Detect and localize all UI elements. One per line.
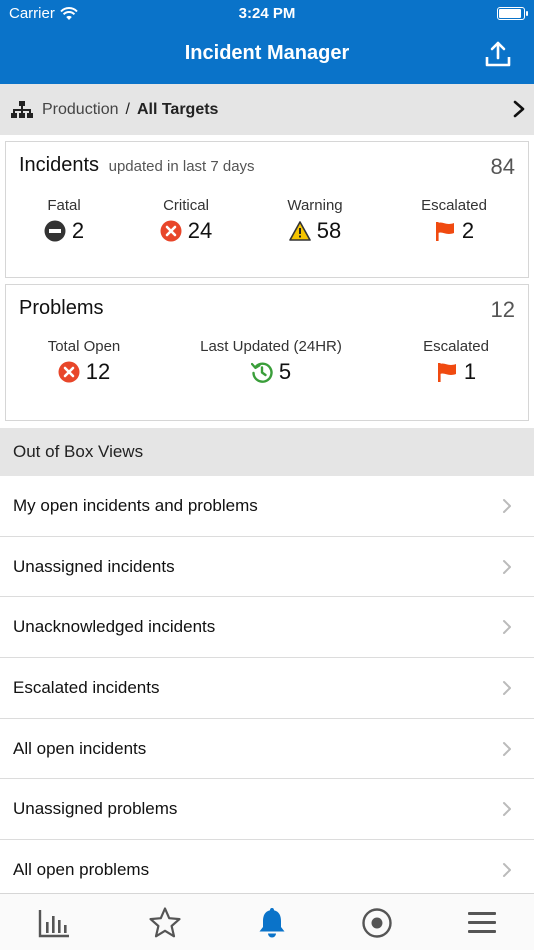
list-item-label: All open problems	[13, 859, 150, 879]
tab-incidents[interactable]	[255, 906, 289, 940]
bell-icon	[259, 908, 285, 938]
section-header-views: Out of Box Views	[0, 428, 534, 476]
breadcrumb[interactable]: Production / All Targets	[0, 84, 534, 135]
incidents-subtitle: updated in last 7 days	[108, 158, 255, 175]
views-list: My open incidents and problems Unassigne…	[0, 476, 534, 901]
breadcrumb-separator: /	[125, 100, 130, 118]
list-item-label: Unacknowledged incidents	[13, 617, 216, 637]
hierarchy-icon	[11, 100, 33, 118]
stat-label: Last Updated (24HR)	[200, 338, 342, 355]
warning-triangle-icon	[288, 221, 311, 241]
stat-label: Critical	[163, 197, 209, 214]
stat-value: 5	[278, 359, 292, 384]
stat-value: 1	[463, 359, 477, 384]
chevron-right-icon	[503, 620, 511, 635]
tab-favorites[interactable]	[148, 906, 182, 940]
list-item[interactable]: All open problems	[0, 840, 534, 901]
problems-total: 12	[490, 297, 515, 322]
problems-card[interactable]: Problems 12 Total Open 12 Last Updated (…	[5, 284, 529, 421]
stat-value: 24	[187, 218, 213, 243]
battery-icon	[497, 7, 528, 20]
chart-icon	[38, 910, 69, 938]
incidents-heading: Incidents	[19, 154, 100, 176]
flag-icon	[437, 363, 456, 382]
stat-value: 2	[71, 218, 85, 243]
list-item[interactable]: All open incidents	[0, 719, 534, 780]
chevron-right-icon	[503, 741, 511, 756]
stat-label: Total Open	[47, 338, 121, 355]
chevron-right-icon	[503, 681, 511, 696]
breadcrumb-environment: Production	[42, 100, 119, 118]
list-item-label: Unassigned incidents	[13, 556, 175, 576]
tab-dashboard[interactable]	[37, 906, 71, 940]
list-item-label: All open incidents	[13, 738, 147, 758]
list-item-label: My open incidents and problems	[13, 495, 258, 515]
stat-fatal[interactable]: Fatal 2	[34, 197, 94, 244]
fatal-minus-icon	[44, 220, 66, 242]
list-item-label: Escalated incidents	[13, 677, 160, 697]
chevron-right-icon[interactable]	[512, 100, 526, 118]
list-item[interactable]: Escalated incidents	[0, 658, 534, 719]
tab-bar	[0, 893, 534, 950]
problems-title: Problems	[19, 297, 104, 319]
incidents-total: 84	[490, 154, 515, 179]
stat-value: 58	[316, 218, 342, 243]
list-item[interactable]: Unassigned incidents	[0, 537, 534, 598]
menu-icon	[468, 912, 496, 933]
stat-last-updated[interactable]: Last Updated (24HR) 5	[186, 338, 356, 385]
stat-label: Fatal	[47, 197, 81, 214]
stat-value: 12	[85, 359, 111, 384]
chevron-right-icon	[503, 802, 511, 817]
incidents-card[interactable]: Incidents updated in last 7 days 84 Fata…	[5, 141, 529, 278]
stat-label: Escalated	[421, 197, 487, 214]
target-icon	[362, 908, 392, 938]
page-title: Incident Manager	[184, 42, 350, 64]
critical-x-icon	[160, 220, 182, 242]
list-item[interactable]: Unassigned problems	[0, 779, 534, 841]
history-clock-icon	[250, 362, 273, 383]
critical-x-icon	[58, 361, 80, 383]
status-bar: Carrier 3:24 PM	[0, 0, 534, 28]
stat-total-open[interactable]: Total Open 12	[34, 338, 134, 385]
stat-critical[interactable]: Critical 24	[146, 197, 226, 244]
chevron-right-icon	[503, 863, 511, 878]
stat-label: Warning	[287, 197, 343, 214]
chevron-right-icon	[503, 499, 511, 513]
list-item[interactable]: Unacknowledged incidents	[0, 597, 534, 659]
chevron-right-icon	[503, 559, 511, 574]
list-item-label: Unassigned problems	[13, 799, 178, 819]
breadcrumb-target: All Targets	[136, 100, 219, 118]
app-header: Carrier 3:24 PM Incident Manager	[0, 0, 534, 84]
flag-icon	[435, 222, 454, 241]
star-icon	[149, 907, 181, 938]
stat-value: 2	[461, 218, 475, 243]
incidents-title: Incidents updated in last 7 days	[19, 154, 255, 177]
stat-escalated[interactable]: Escalated 1	[411, 338, 501, 385]
stat-warning[interactable]: Warning 58	[273, 197, 357, 244]
stat-escalated[interactable]: Escalated 2	[409, 197, 499, 244]
stat-label: Escalated	[423, 338, 489, 355]
tab-targets[interactable]	[360, 906, 394, 940]
status-time: 3:24 PM	[238, 5, 296, 22]
share-upload-icon[interactable]	[484, 40, 512, 68]
tab-menu[interactable]	[466, 906, 500, 940]
list-item[interactable]: My open incidents and problems	[0, 476, 534, 537]
